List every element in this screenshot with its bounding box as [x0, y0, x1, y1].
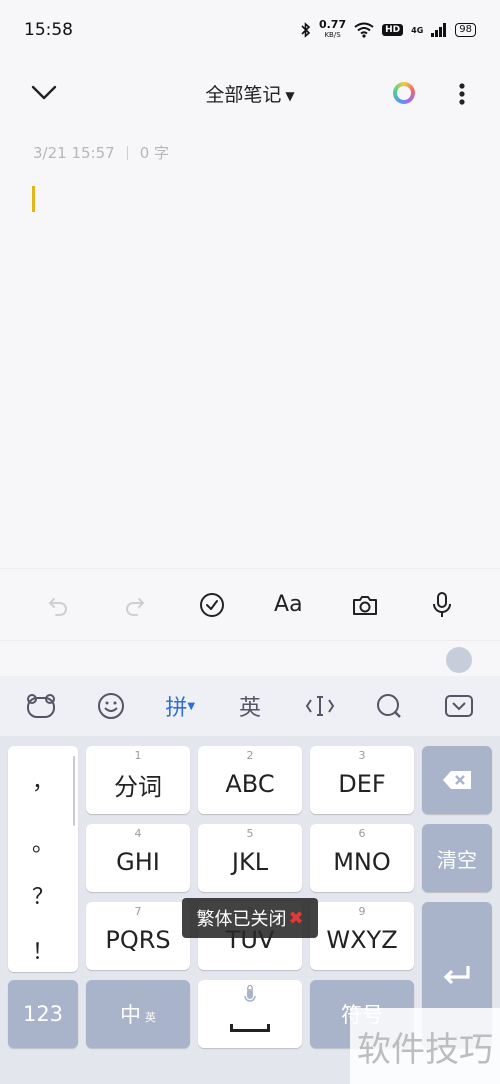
more-options-icon[interactable] [454, 82, 470, 106]
text-format-label: Aa [274, 592, 303, 617]
microphone-icon [432, 591, 451, 617]
punct-comma[interactable]: ， [8, 764, 78, 796]
pinyin-label: 拼 [165, 696, 188, 721]
color-palette-icon[interactable] [393, 82, 415, 104]
bluetooth-icon [301, 22, 311, 38]
cursor-move-button[interactable] [294, 684, 346, 728]
space-key[interactable]: 0 [198, 980, 302, 1048]
wifi-icon [354, 22, 374, 38]
chevron-down-box-icon [445, 695, 474, 717]
key-1[interactable]: 1 分词 [86, 746, 190, 814]
close-icon: ✖ [288, 907, 304, 929]
key-6[interactable]: 6 MNO [310, 824, 414, 892]
camera-icon [352, 595, 377, 615]
caret-down-icon: ▼ [187, 700, 196, 712]
punct-question[interactable]: ？ [8, 879, 78, 911]
watermark: 软件技巧 [350, 1008, 500, 1084]
undo-button[interactable] [38, 585, 78, 625]
redo-button[interactable] [115, 585, 155, 625]
redo-icon [125, 597, 145, 616]
clear-key[interactable]: 清空 [422, 824, 492, 892]
key-2[interactable]: 2 ABC [198, 746, 302, 814]
signal-icon [431, 23, 447, 37]
punctuation-column[interactable]: ， 。 ？ ！ [8, 746, 78, 972]
english-mode-button[interactable]: 英 [224, 684, 276, 728]
space-icon [230, 1024, 270, 1032]
voice-input-button[interactable] [422, 585, 462, 625]
microphone-icon [244, 989, 256, 1002]
note-word-count: 0 字 [139, 144, 169, 162]
toast-message: 繁体已关闭 ✖ [182, 898, 318, 938]
keyboard-assistant-icon[interactable] [446, 647, 472, 673]
ime-function-bar: 拼 ▼ 英 [0, 676, 500, 736]
du-logo-icon [26, 694, 55, 718]
key-4[interactable]: 4 GHI [86, 824, 190, 892]
key-7[interactable]: 7 PQRS [86, 902, 190, 970]
english-label: 英 [238, 696, 261, 721]
note-header: 全部笔记 ▼ [0, 60, 500, 124]
punct-exclamation[interactable]: ！ [8, 934, 78, 966]
undo-icon [48, 597, 68, 616]
key-5[interactable]: 5 JKL [198, 824, 302, 892]
cn-label: 中 [120, 1003, 141, 1027]
search-icon [377, 694, 402, 718]
backspace-key[interactable] [422, 746, 492, 814]
checklist-button[interactable] [192, 585, 232, 625]
text-cursor[interactable] [32, 186, 35, 212]
status-time: 15:58 [24, 20, 73, 40]
check-circle-icon [199, 592, 224, 617]
editor-toolbar: Aa [0, 568, 500, 640]
caret-down-icon: ▼ [285, 88, 295, 103]
chinese-english-key[interactable]: 中英 [86, 980, 190, 1048]
note-meta: 3/21 15:57 0 字 [33, 142, 169, 163]
backspace-icon [443, 771, 471, 789]
search-button[interactable] [363, 684, 415, 728]
pinyin-mode-button[interactable]: 拼 ▼ [154, 684, 206, 728]
enter-icon [443, 966, 470, 985]
numeric-key[interactable]: 123 [8, 980, 78, 1048]
hide-keyboard-button[interactable] [433, 684, 485, 728]
key-9[interactable]: 9 WXYZ [310, 902, 414, 970]
signal-label: 4G [411, 25, 424, 35]
notes-folder-selector[interactable]: 全部笔记 ▼ [0, 80, 500, 107]
status-icons: 0.77 KB/S HD 4G 98 [301, 18, 476, 40]
keyboard-assist-row [0, 640, 500, 676]
status-bar: 15:58 0.77 KB/S HD 4G 98 [0, 0, 500, 60]
cn-sub-label: 英 [145, 1011, 156, 1024]
toast-text: 繁体已关闭 [196, 909, 287, 930]
note-date: 3/21 15:57 [33, 143, 115, 162]
smiley-icon [97, 693, 124, 719]
ime-logo-button[interactable] [15, 684, 67, 728]
meta-divider [126, 145, 128, 160]
net-speed: 0.77 KB/S [318, 18, 347, 39]
camera-button[interactable] [345, 585, 385, 625]
key-3[interactable]: 3 DEF [310, 746, 414, 814]
punct-period[interactable]: 。 [8, 826, 78, 858]
battery-indicator: 98 [455, 23, 476, 37]
cursor-move-icon [305, 696, 334, 716]
emoji-button[interactable] [85, 684, 137, 728]
text-format-button[interactable]: Aa [268, 585, 308, 625]
hd-badge: HD [382, 24, 404, 36]
page-title: 全部笔记 [205, 84, 282, 106]
punct-scrollbar [73, 756, 75, 826]
